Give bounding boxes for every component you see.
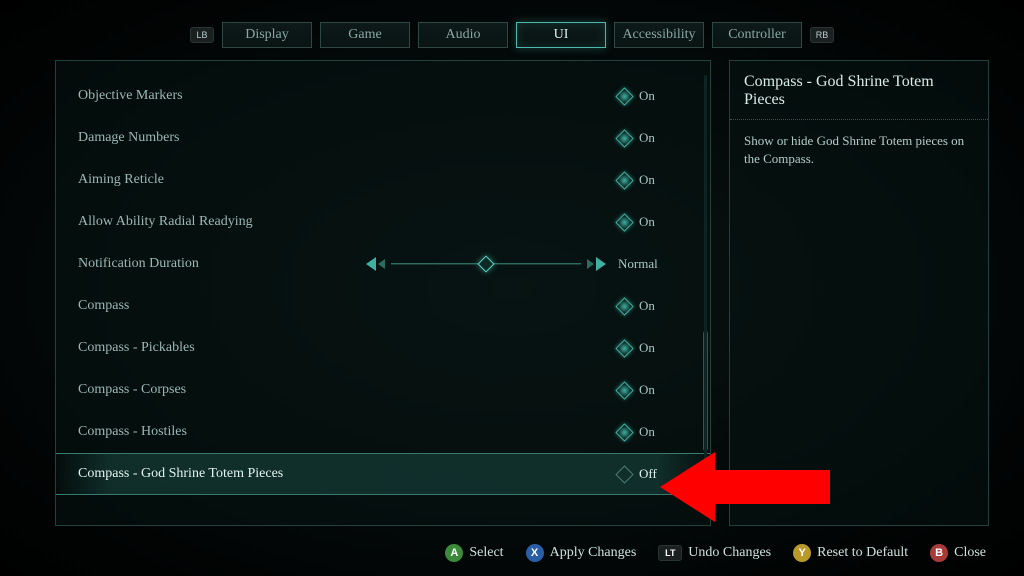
setting-row[interactable]: Notification Duration Normal	[56, 243, 710, 285]
toggle-control[interactable]: On	[618, 424, 688, 440]
setting-row[interactable]: Compass - Hostiles On	[56, 411, 710, 453]
slider-arrow-left-icon[interactable]	[378, 259, 385, 269]
description-panel: Compass - God Shrine Totem Pieces Show o…	[729, 60, 989, 526]
slider-thumb-icon[interactable]	[478, 256, 495, 273]
diamond-toggle-icon	[615, 87, 633, 105]
setting-value: On	[639, 172, 655, 188]
tab-accessibility[interactable]: Accessibility	[614, 22, 704, 48]
toggle-control[interactable]: On	[618, 88, 688, 104]
apply-label: Apply Changes	[550, 545, 637, 561]
setting-label: Compass - Corpses	[78, 382, 618, 398]
diamond-toggle-icon	[615, 297, 633, 315]
setting-label: Damage Numbers	[78, 130, 618, 146]
setting-value: On	[639, 88, 655, 104]
lt-button-icon: LT	[658, 545, 682, 561]
description-body: Show or hide God Shrine Totem pieces on …	[730, 120, 988, 180]
setting-value: On	[639, 382, 655, 398]
diamond-toggle-icon	[615, 381, 633, 399]
setting-label: Compass	[78, 298, 618, 314]
setting-value: On	[639, 214, 655, 230]
toggle-control[interactable]: On	[618, 340, 688, 356]
notification-duration-slider[interactable]	[366, 255, 606, 273]
diamond-toggle-icon	[615, 213, 633, 231]
lb-bumper-icon[interactable]: LB	[190, 27, 214, 43]
slider-track	[391, 263, 581, 265]
setting-label: Notification Duration	[78, 256, 346, 272]
toggle-control[interactable]: On	[618, 382, 688, 398]
slider-arrow-right-icon[interactable]	[596, 257, 606, 271]
setting-row[interactable]: Objective Markers On	[56, 75, 710, 117]
slider-arrow-left-icon[interactable]	[366, 257, 376, 271]
rb-bumper-icon[interactable]: RB	[810, 27, 834, 43]
toggle-control[interactable]: On	[618, 214, 688, 230]
setting-row[interactable]: Compass - Pickables On	[56, 327, 710, 369]
select-prompt[interactable]: A Select	[445, 544, 503, 562]
setting-row[interactable]: Allow Ability Radial Readying On	[56, 201, 710, 243]
scrollbar-thumb[interactable]	[703, 331, 708, 451]
setting-label: Allow Ability Radial Readying	[78, 214, 618, 230]
reset-label: Reset to Default	[817, 545, 908, 561]
diamond-toggle-icon	[615, 171, 633, 189]
setting-label: Compass - Hostiles	[78, 424, 618, 440]
a-button-icon: A	[445, 544, 463, 562]
toggle-control[interactable]: On	[618, 172, 688, 188]
tab-controller[interactable]: Controller	[712, 22, 802, 48]
setting-value: On	[639, 424, 655, 440]
setting-label: Aiming Reticle	[78, 172, 618, 188]
setting-row[interactable]: Compass - God Shrine Totem Pieces Off	[56, 453, 710, 495]
setting-value: On	[639, 130, 655, 146]
tab-audio[interactable]: Audio	[418, 22, 508, 48]
x-button-icon: X	[526, 544, 544, 562]
tab-game[interactable]: Game	[320, 22, 410, 48]
setting-label: Objective Markers	[78, 88, 618, 104]
toggle-control[interactable]: Off	[618, 466, 688, 482]
setting-value: Off	[639, 466, 657, 482]
reset-default-prompt[interactable]: Y Reset to Default	[793, 544, 908, 562]
toggle-control[interactable]: On	[618, 130, 688, 146]
setting-row[interactable]: Compass On	[56, 285, 710, 327]
setting-value: On	[639, 340, 655, 356]
diamond-toggle-icon	[615, 465, 633, 483]
y-button-icon: Y	[793, 544, 811, 562]
button-prompt-bar: A Select X Apply Changes LT Undo Changes…	[0, 544, 1024, 562]
diamond-toggle-icon	[615, 423, 633, 441]
setting-row[interactable]: Damage Numbers On	[56, 117, 710, 159]
select-label: Select	[469, 545, 503, 561]
tab-ui[interactable]: UI	[516, 22, 606, 48]
settings-list-panel: Objective MarkersOnDamage NumbersOnAimin…	[55, 60, 711, 526]
b-button-icon: B	[930, 544, 948, 562]
toggle-control[interactable]: On	[618, 298, 688, 314]
undo-changes-prompt[interactable]: LT Undo Changes	[658, 545, 771, 561]
tab-display[interactable]: Display	[222, 22, 312, 48]
diamond-toggle-icon	[615, 129, 633, 147]
setting-row[interactable]: Compass - Corpses On	[56, 369, 710, 411]
close-prompt[interactable]: B Close	[930, 544, 986, 562]
description-title: Compass - God Shrine Totem Pieces	[730, 61, 988, 120]
setting-value: On	[639, 298, 655, 314]
slider-arrow-right-icon[interactable]	[587, 259, 594, 269]
diamond-toggle-icon	[615, 339, 633, 357]
setting-row[interactable]: Aiming Reticle On	[56, 159, 710, 201]
setting-label: Compass - Pickables	[78, 340, 618, 356]
setting-label: Compass - God Shrine Totem Pieces	[78, 466, 618, 482]
close-label: Close	[954, 545, 986, 561]
setting-value: Normal	[618, 256, 658, 272]
settings-main: Objective MarkersOnDamage NumbersOnAimin…	[55, 60, 989, 526]
undo-label: Undo Changes	[688, 545, 771, 561]
apply-changes-prompt[interactable]: X Apply Changes	[526, 544, 637, 562]
settings-tab-bar: LB Display Game Audio UI Accessibility Contro…	[0, 22, 1024, 48]
